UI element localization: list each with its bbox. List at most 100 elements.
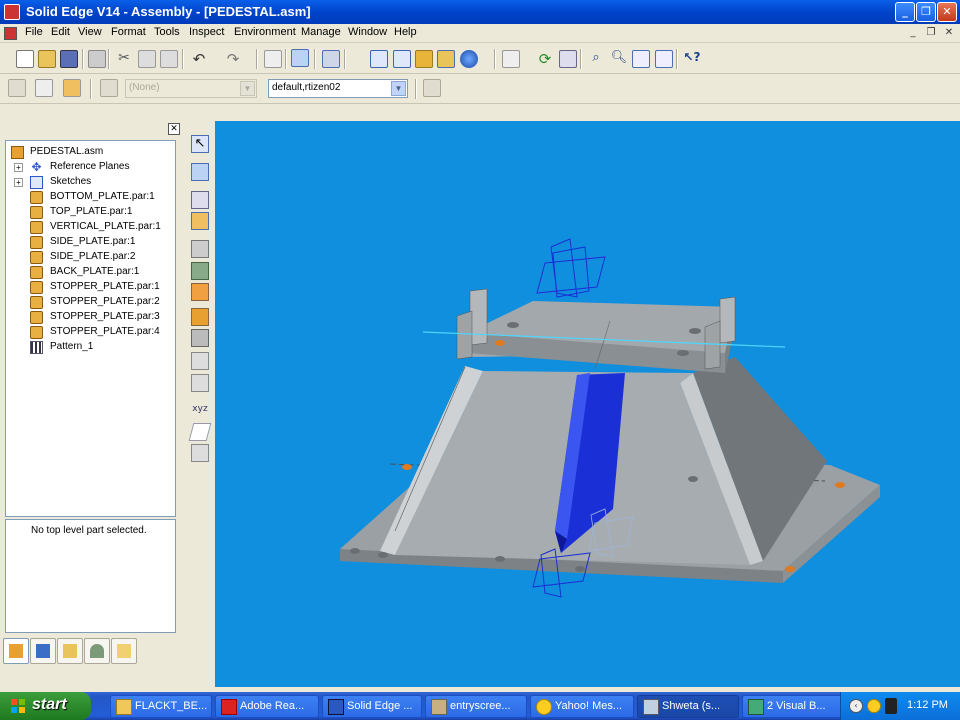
save-icon[interactable] xyxy=(60,50,78,68)
doc-close-button[interactable]: ✕ xyxy=(942,27,956,40)
open-icon[interactable] xyxy=(38,50,56,68)
tab-features[interactable] xyxy=(57,638,83,664)
shaded-edges-icon[interactable] xyxy=(437,50,455,68)
plane-icon[interactable] xyxy=(188,423,212,441)
menu-inspect[interactable]: Inspect xyxy=(189,26,224,38)
new-icon[interactable] xyxy=(16,50,34,68)
minimize-button[interactable]: _ xyxy=(895,2,915,22)
tree-item[interactable]: STOPPER_PLATE.par:4 xyxy=(6,325,175,340)
menu-edit[interactable]: Edit xyxy=(51,26,70,38)
undo-icon[interactable]: ↶ xyxy=(190,50,208,68)
cut-icon[interactable]: ✂ xyxy=(115,50,133,68)
tab-sensors[interactable] xyxy=(84,638,110,664)
rotate-icon[interactable]: ⟳ xyxy=(536,50,554,68)
menu-format[interactable]: Format xyxy=(111,26,146,38)
chevron-left-icon[interactable]: ‹ xyxy=(849,699,863,713)
select-tool-icon[interactable] xyxy=(35,79,53,97)
menu-manage[interactable]: Manage xyxy=(301,26,341,38)
print-icon[interactable] xyxy=(88,50,106,68)
redo-icon[interactable]: ↷ xyxy=(224,50,242,68)
doc-restore-button[interactable]: ❐ xyxy=(924,27,938,40)
taskbar-item-visual-basic[interactable]: 2 Visual B... xyxy=(742,695,844,718)
pattern-tool-icon[interactable] xyxy=(191,191,209,209)
replace-part-icon[interactable] xyxy=(191,240,209,258)
tab-help[interactable] xyxy=(111,638,137,664)
traffic-light-icon[interactable] xyxy=(885,698,897,714)
menu-environment[interactable]: Environment xyxy=(234,26,296,38)
tree-root[interactable]: PEDESTAL.asm xyxy=(6,145,175,160)
menu-view[interactable]: View xyxy=(78,26,102,38)
mate-icon[interactable] xyxy=(191,212,209,230)
graphics-viewport[interactable] xyxy=(215,121,960,687)
paste-icon[interactable] xyxy=(160,50,178,68)
taskbar-item-chat[interactable]: Shweta (s... xyxy=(637,695,739,718)
tree-item[interactable]: STOPPER_PLATE.par:1 xyxy=(6,280,175,295)
doc-minimize-button[interactable]: _ xyxy=(906,27,920,40)
menu-file[interactable]: File xyxy=(25,26,43,38)
layers-icon[interactable] xyxy=(423,79,441,97)
taskbar-item-yahoo[interactable]: Yahoo! Mes... xyxy=(530,695,634,718)
named-views-icon[interactable] xyxy=(502,50,520,68)
zoom-icon[interactable]: 🔍︎ xyxy=(610,50,628,68)
style-icon[interactable] xyxy=(8,79,26,97)
window-icon[interactable] xyxy=(322,50,340,68)
start-button[interactable]: start xyxy=(0,692,91,720)
pedestal-assembly-model[interactable] xyxy=(215,121,960,687)
taskbar-item-solid-edge[interactable]: Solid Edge ... xyxy=(322,695,422,718)
tree-item[interactable]: + Sketches xyxy=(6,175,175,190)
more-tools-icon[interactable] xyxy=(191,444,209,462)
pan-icon[interactable] xyxy=(655,50,673,68)
chevron-down-icon[interactable]: ▼ xyxy=(391,81,406,96)
document-icon[interactable] xyxy=(4,27,17,40)
close-icon[interactable]: ✕ xyxy=(168,123,180,135)
explode-icon[interactable] xyxy=(191,352,209,370)
section-icon[interactable] xyxy=(191,374,209,392)
tab-pathfinder[interactable] xyxy=(3,638,29,664)
expand-icon[interactable]: + xyxy=(14,178,23,187)
select-arrow-icon[interactable]: ↖ xyxy=(191,135,209,153)
tree-item[interactable]: TOP_PLATE.par:1 xyxy=(6,205,175,220)
view-front-icon[interactable] xyxy=(393,50,411,68)
pathfinder-toggle-icon[interactable] xyxy=(291,49,309,67)
tree-item[interactable]: VERTICAL_PLATE.par:1 xyxy=(6,220,175,235)
style-combo[interactable]: (None) ▼ xyxy=(125,79,257,98)
tree-item[interactable]: STOPPER_PLATE.par:2 xyxy=(6,295,175,310)
view-iso-icon[interactable] xyxy=(370,50,388,68)
menu-window[interactable]: Window xyxy=(348,26,387,38)
taskbar-item-folder[interactable]: FLACKT_BE... xyxy=(110,695,212,718)
maximize-button[interactable]: ❐ xyxy=(916,2,936,22)
render-icon[interactable] xyxy=(460,50,478,68)
taskbar-item-entryscreen[interactable]: entryscree... xyxy=(425,695,527,718)
fit-icon[interactable] xyxy=(632,50,650,68)
coordinate-system-icon[interactable]: xyz xyxy=(191,401,209,419)
shaded-icon[interactable] xyxy=(415,50,433,68)
tree-item[interactable]: SIDE_PLATE.par:2 xyxy=(6,250,175,265)
copy-icon[interactable] xyxy=(138,50,156,68)
tree-item[interactable]: BOTTOM_PLATE.par:1 xyxy=(6,190,175,205)
tree-item[interactable]: SIDE_PLATE.par:1 xyxy=(6,235,175,250)
part-library-icon[interactable] xyxy=(63,79,81,97)
place-part-icon[interactable] xyxy=(191,163,209,181)
tree-item[interactable]: + ✥ Reference Planes xyxy=(6,160,175,175)
chevron-down-icon[interactable]: ▼ xyxy=(240,81,255,96)
messenger-tray-icon[interactable] xyxy=(867,699,881,713)
close-button[interactable]: ✕ xyxy=(937,2,957,22)
zoom-area-icon[interactable]: ⌕ xyxy=(587,50,605,68)
tree-item[interactable]: Pattern_1 xyxy=(6,340,175,355)
color-icon[interactable] xyxy=(100,79,118,97)
solid-edge-app-icon[interactable] xyxy=(4,4,20,20)
menu-tools[interactable]: Tools xyxy=(154,26,180,38)
check-interference-icon[interactable] xyxy=(191,329,209,347)
expand-icon[interactable]: + xyxy=(14,163,23,172)
taskbar-item-adobe[interactable]: Adobe Rea... xyxy=(215,695,319,718)
spin-about-icon[interactable] xyxy=(559,50,577,68)
move-part-icon[interactable] xyxy=(191,262,209,280)
create-part-icon[interactable] xyxy=(191,308,209,326)
insert-part-icon[interactable] xyxy=(264,50,282,68)
menu-help[interactable]: Help xyxy=(394,26,417,38)
layer-combo[interactable]: default,rtizen02 ▼ xyxy=(268,79,408,98)
tab-parts-library[interactable] xyxy=(30,638,56,664)
assembly-feature-icon[interactable] xyxy=(191,283,209,301)
tree-item[interactable]: STOPPER_PLATE.par:3 xyxy=(6,310,175,325)
tree-item[interactable]: BACK_PLATE.par:1 xyxy=(6,265,175,280)
